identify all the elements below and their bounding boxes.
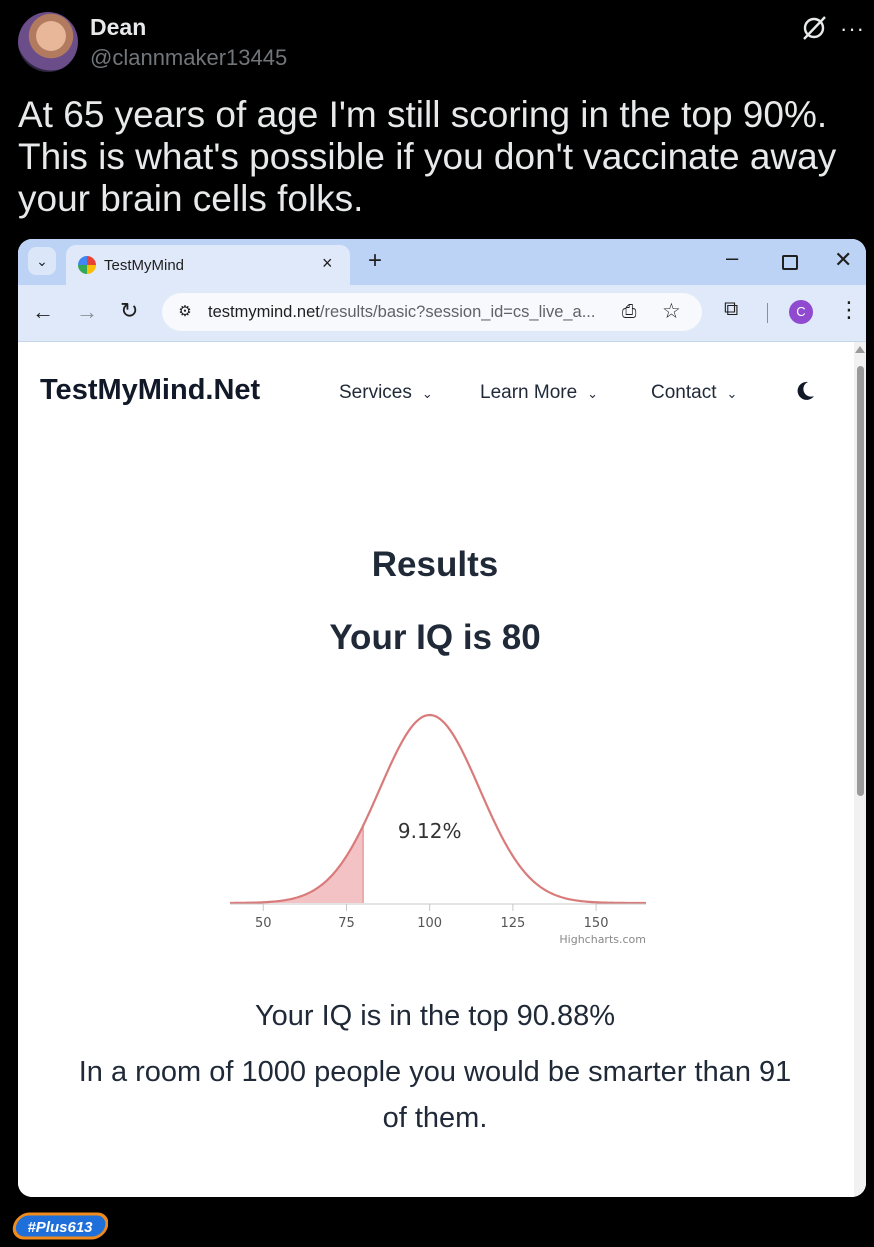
nav-services[interactable]: Services ⌄ [339,382,433,404]
x-tick-label: 100 [417,916,442,931]
more-options-icon[interactable]: ··· [840,16,865,42]
shaded-percent-label: 9.12% [398,819,462,843]
forward-arrow-icon[interactable]: → [76,299,98,325]
bell-curve-line [229,713,646,905]
url-path: /results/basic?session_id=cs_live_a... [319,303,596,321]
tweet-text: At 65 years of age I'm still scoring in … [18,94,837,219]
shaded-area [230,825,364,903]
url-domain: testmymind.net [208,303,320,321]
tab-title: TestMyMind [104,257,185,274]
author-name[interactable]: Dean [90,14,146,41]
maximize-icon[interactable] [782,255,798,270]
browser-toolbar: ← → ↻ ⚙ testmymind.net/results/basic?ses… [18,285,866,342]
scroll-up-arrow-icon[interactable] [855,346,865,353]
window-close-icon[interactable]: ✕ [834,247,852,273]
browser-tab[interactable]: TestMyMind × [66,245,350,285]
plus613-watermark-logo: #Plus613 [12,1212,108,1240]
grok-icon[interactable] [800,14,828,42]
x-tick-label: 50 [255,916,272,931]
back-arrow-icon[interactable]: ← [32,299,54,325]
author-avatar[interactable] [18,12,78,72]
chevron-down-icon: ⌄ [587,386,599,401]
reload-icon[interactable]: ↻ [120,298,138,324]
browser-window: ⌄ TestMyMind × + – ✕ ← → ↻ ⚙ testmymind.… [18,239,866,1197]
nav-learn-more-label: Learn More [480,382,578,403]
new-tab-button[interactable]: + [368,247,382,275]
tab-favicon-icon [78,256,96,274]
tab-strip: ⌄ TestMyMind × + – ✕ [18,239,866,285]
top-percent-text: Your IQ is in the top 90.88% [254,1000,616,1032]
iq-score-heading: Your IQ is 80 [329,618,541,657]
install-app-icon[interactable]: ⎙ [622,301,636,322]
watermark-text: #Plus613 [27,1219,93,1236]
tab-search-chevron-icon[interactable]: ⌄ [28,247,56,275]
nav-services-label: Services [339,382,412,403]
highcharts-credit: Highcharts.com [559,933,646,946]
address-bar[interactable]: ⚙ testmymind.net/results/basic?session_i… [162,293,702,331]
bookmark-star-icon[interactable]: ☆ [662,299,681,324]
url-text[interactable]: testmymind.net/results/basic?session_id=… [208,303,595,322]
minimize-icon[interactable]: – [726,245,738,271]
dark-mode-moon-icon[interactable] [794,380,816,402]
author-handle[interactable]: @clannmaker13445 [90,45,287,71]
nav-learn-more[interactable]: Learn More ⌄ [480,382,598,404]
site-info-icon[interactable]: ⚙ [174,302,196,322]
x-tick-label: 125 [500,916,525,931]
kebab-menu-icon[interactable]: ⋮ [838,297,860,323]
room-comparison-text: In a room of 1000 people you would be sm… [78,1056,792,1134]
toolbar-divider [767,303,768,323]
page-viewport: TestMyMind.Net Services ⌄ Learn More ⌄ Con… [18,342,866,1197]
scrollbar-thumb[interactable] [857,366,864,796]
iq-bell-curve-chart: 50 75 100 125 150 9.12% Highcharts.com [229,713,646,946]
profile-avatar[interactable]: C [789,300,813,324]
chevron-down-icon: ⌄ [421,386,433,401]
x-tick-label: 150 [584,916,609,931]
nav-contact[interactable]: Contact ⌄ [651,382,737,404]
chevron-down-icon: ⌄ [726,386,738,401]
tab-close-icon[interactable]: × [322,253,333,274]
nav-contact-label: Contact [651,382,717,403]
site-logo[interactable]: TestMyMind.Net [40,374,260,407]
x-tick-label: 75 [338,916,355,931]
results-heading: Results [371,545,499,584]
extensions-icon[interactable]: ⧉ [724,298,738,321]
